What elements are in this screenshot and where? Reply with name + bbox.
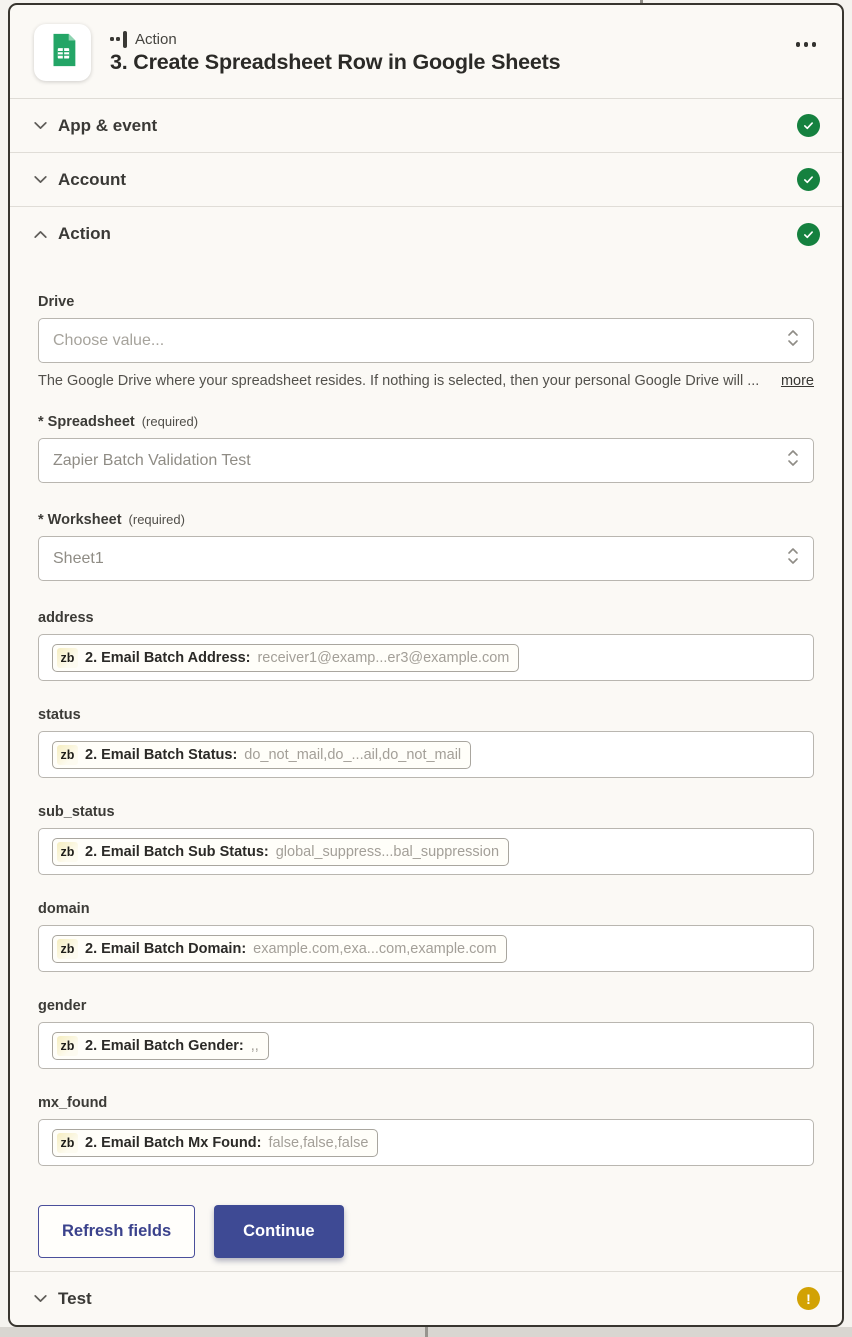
mapped-value-token[interactable]: zb 2. Email Batch Domain: example.com,ex… xyxy=(52,935,507,963)
section-label: Action xyxy=(58,224,797,244)
chevron-down-icon xyxy=(32,171,49,188)
refresh-fields-button[interactable]: Refresh fields xyxy=(38,1205,195,1258)
token-label: 2. Email Batch Domain: xyxy=(85,941,246,957)
step-header-text: Action 3. Create Spreadsheet Row in Goog… xyxy=(110,31,794,75)
token-label: 2. Email Batch Sub Status: xyxy=(85,844,269,860)
step-header: Action 3. Create Spreadsheet Row in Goog… xyxy=(10,5,842,99)
step-title: 3. Create Spreadsheet Row in Google Shee… xyxy=(110,50,794,75)
updown-chevron-icon xyxy=(786,327,800,354)
drive-select-placeholder: Choose value... xyxy=(53,332,786,350)
field-label: address xyxy=(38,610,94,626)
google-sheets-icon xyxy=(44,31,82,74)
field-label: gender xyxy=(38,998,86,1014)
token-value: global_suppress...bal_suppression xyxy=(276,844,499,860)
mapped-field-input[interactable]: zb 2. Email Batch Sub Status: global_sup… xyxy=(38,828,814,875)
token-value: ,, xyxy=(251,1038,259,1054)
token-label: 2. Email Batch Status: xyxy=(85,747,237,763)
token-label: 2. Email Batch Address: xyxy=(85,650,250,666)
section-test[interactable]: Test ! xyxy=(10,1271,842,1325)
spreadsheet-select-value: Zapier Batch Validation Test xyxy=(53,452,786,470)
zerobounce-app-icon: zb xyxy=(57,745,78,765)
step-type-label: Action xyxy=(135,31,177,48)
success-check-icon xyxy=(797,223,820,246)
section-label: Test xyxy=(58,1289,797,1309)
action-config-form: Drive Choose value... The Google Drive w… xyxy=(10,261,842,1271)
google-sheets-app-tile xyxy=(34,24,91,81)
form-buttons: Refresh fields Continue xyxy=(38,1205,814,1258)
field-label: mx_found xyxy=(38,1095,107,1111)
token-label: 2. Email Batch Mx Found: xyxy=(85,1135,261,1151)
field-label: domain xyxy=(38,901,90,917)
success-check-icon xyxy=(797,114,820,137)
token-value: false,false,false xyxy=(268,1135,368,1151)
field-label: * Worksheet xyxy=(38,512,122,528)
updown-chevron-icon xyxy=(786,545,800,572)
field-label: status xyxy=(38,707,81,723)
continue-button[interactable]: Continue xyxy=(214,1205,344,1258)
editor-canvas-strip xyxy=(0,1327,852,1337)
field-label: sub_status xyxy=(38,804,115,820)
mapped-field: sub_status zb 2. Email Batch Sub Status:… xyxy=(38,804,814,875)
field-label: * Spreadsheet xyxy=(38,414,135,430)
mapped-field: domain zb 2. Email Batch Domain: example… xyxy=(38,901,814,972)
field-spreadsheet: * Spreadsheet (required) Zapier Batch Va… xyxy=(38,414,814,483)
drive-select[interactable]: Choose value... xyxy=(38,318,814,363)
mapped-field-input[interactable]: zb 2. Email Batch Address: receiver1@exa… xyxy=(38,634,814,681)
mapped-field-input[interactable]: zb 2. Email Batch Gender: ,, xyxy=(38,1022,814,1069)
required-note: (required) xyxy=(142,414,198,429)
drive-help-text: The Google Drive where your spreadsheet … xyxy=(38,373,767,389)
warning-exclamation-icon: ! xyxy=(797,1287,820,1310)
section-app-and-event[interactable]: App & event xyxy=(10,99,842,153)
zerobounce-app-icon: zb xyxy=(57,1036,78,1056)
zerobounce-app-icon: zb xyxy=(57,842,78,862)
mapped-value-token[interactable]: zb 2. Email Batch Gender: ,, xyxy=(52,1032,269,1060)
mapped-field: gender zb 2. Email Batch Gender: ,, xyxy=(38,998,814,1069)
mapped-field-input[interactable]: zb 2. Email Batch Mx Found: false,false,… xyxy=(38,1119,814,1166)
zap-step-card: Action 3. Create Spreadsheet Row in Goog… xyxy=(8,3,844,1327)
token-value: do_not_mail,do_...ail,do_not_mail xyxy=(244,747,461,763)
section-label: Account xyxy=(58,170,797,190)
step-options-menu-button[interactable] xyxy=(794,36,819,53)
zerobounce-app-icon: zb xyxy=(57,1133,78,1153)
mapped-value-token[interactable]: zb 2. Email Batch Mx Found: false,false,… xyxy=(52,1129,378,1157)
worksheet-select-value: Sheet1 xyxy=(53,550,786,568)
field-worksheet: * Worksheet (required) Sheet1 xyxy=(38,512,814,581)
chevron-down-icon xyxy=(32,1290,49,1307)
chevron-up-icon xyxy=(32,226,49,243)
more-link[interactable]: more xyxy=(781,373,814,389)
mapped-field-input[interactable]: zb 2. Email Batch Status: do_not_mail,do… xyxy=(38,731,814,778)
token-value: receiver1@examp...er3@example.com xyxy=(257,650,509,666)
success-check-icon xyxy=(797,168,820,191)
field-label: Drive xyxy=(38,294,74,310)
step-connector-line-bottom xyxy=(425,1327,428,1337)
section-label: App & event xyxy=(58,116,797,136)
zerobounce-app-icon: zb xyxy=(57,648,78,668)
mapped-field: mx_found zb 2. Email Batch Mx Found: fal… xyxy=(38,1095,814,1166)
chevron-down-icon xyxy=(32,117,49,134)
mapped-field: address zb 2. Email Batch Address: recei… xyxy=(38,610,814,681)
spreadsheet-select[interactable]: Zapier Batch Validation Test xyxy=(38,438,814,483)
token-label: 2. Email Batch Gender: xyxy=(85,1038,244,1054)
mapped-value-token[interactable]: zb 2. Email Batch Status: do_not_mail,do… xyxy=(52,741,471,769)
updown-chevron-icon xyxy=(786,447,800,474)
section-account[interactable]: Account xyxy=(10,153,842,207)
field-drive: Drive Choose value... The Google Drive w… xyxy=(38,294,814,389)
mapped-value-token[interactable]: zb 2. Email Batch Sub Status: global_sup… xyxy=(52,838,509,866)
worksheet-select[interactable]: Sheet1 xyxy=(38,536,814,581)
mapped-field: status zb 2. Email Batch Status: do_not_… xyxy=(38,707,814,778)
action-step-icon xyxy=(110,31,127,48)
token-value: example.com,exa...com,example.com xyxy=(253,941,496,957)
zerobounce-app-icon: zb xyxy=(57,939,78,959)
section-action[interactable]: Action xyxy=(10,207,842,261)
mapped-value-token[interactable]: zb 2. Email Batch Address: receiver1@exa… xyxy=(52,644,519,672)
ellipsis-icon xyxy=(796,42,801,47)
mapped-fields-list: address zb 2. Email Batch Address: recei… xyxy=(38,610,814,1166)
mapped-field-input[interactable]: zb 2. Email Batch Domain: example.com,ex… xyxy=(38,925,814,972)
required-note: (required) xyxy=(129,512,185,527)
